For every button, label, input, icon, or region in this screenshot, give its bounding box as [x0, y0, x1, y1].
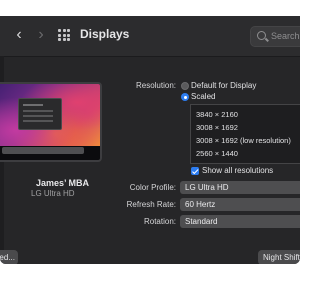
resolution-list[interactable]: 3840 × 2160 3008 × 1692 3008 × 1692 (low… — [190, 104, 300, 164]
display-name: James’ MBA — [36, 178, 90, 188]
detect-displays-button[interactable]: ed... — [0, 250, 18, 264]
chevron-right-icon[interactable]: › — [34, 26, 48, 44]
search-input[interactable] — [271, 29, 300, 43]
window-title: Displays — [80, 27, 130, 41]
color-profile-select[interactable]: LG Ultra HD — [180, 181, 300, 194]
radio-scaled-label[interactable]: Scaled — [191, 92, 215, 101]
night-shift-button[interactable]: Night Shift... — [258, 250, 300, 264]
chevron-left-icon[interactable]: ‹ — [12, 26, 26, 44]
preview-window — [18, 98, 62, 130]
toolbar: ‹ › Displays — [0, 16, 300, 57]
color-profile-label: Color Profile: — [129, 183, 176, 192]
preview-dock — [2, 147, 84, 154]
radio-default-label[interactable]: Default for Display — [191, 81, 256, 90]
show-all-resolutions-label[interactable]: Show all resolutions — [202, 166, 273, 175]
search-icon — [257, 31, 266, 40]
radio-default-for-display[interactable] — [181, 82, 189, 90]
list-item[interactable]: 3840 × 2160 — [196, 110, 238, 119]
list-item[interactable]: 3008 × 1692 (low resolution) — [196, 136, 291, 145]
list-item[interactable]: 3008 × 1692 — [196, 123, 238, 132]
display-preview[interactable] — [0, 82, 102, 162]
rotation-label: Rotation: — [143, 217, 176, 226]
refresh-rate-label: Refresh Rate: — [126, 200, 176, 209]
show-all-resolutions-checkbox[interactable] — [191, 167, 199, 175]
list-item[interactable]: 2560 × 1440 — [196, 149, 238, 158]
refresh-rate-select[interactable]: 60 Hertz — [180, 198, 300, 211]
resolution-label: Resolution: — [135, 81, 176, 90]
radio-scaled[interactable] — [181, 93, 189, 101]
rotation-select[interactable]: Standard — [180, 215, 300, 228]
display-model: LG Ultra HD — [31, 189, 75, 198]
grid-icon[interactable] — [58, 29, 70, 41]
displays-window: ‹ › Displays James’ MBA LG Ultra HD ed..… — [0, 16, 300, 264]
search-field[interactable] — [250, 26, 300, 47]
